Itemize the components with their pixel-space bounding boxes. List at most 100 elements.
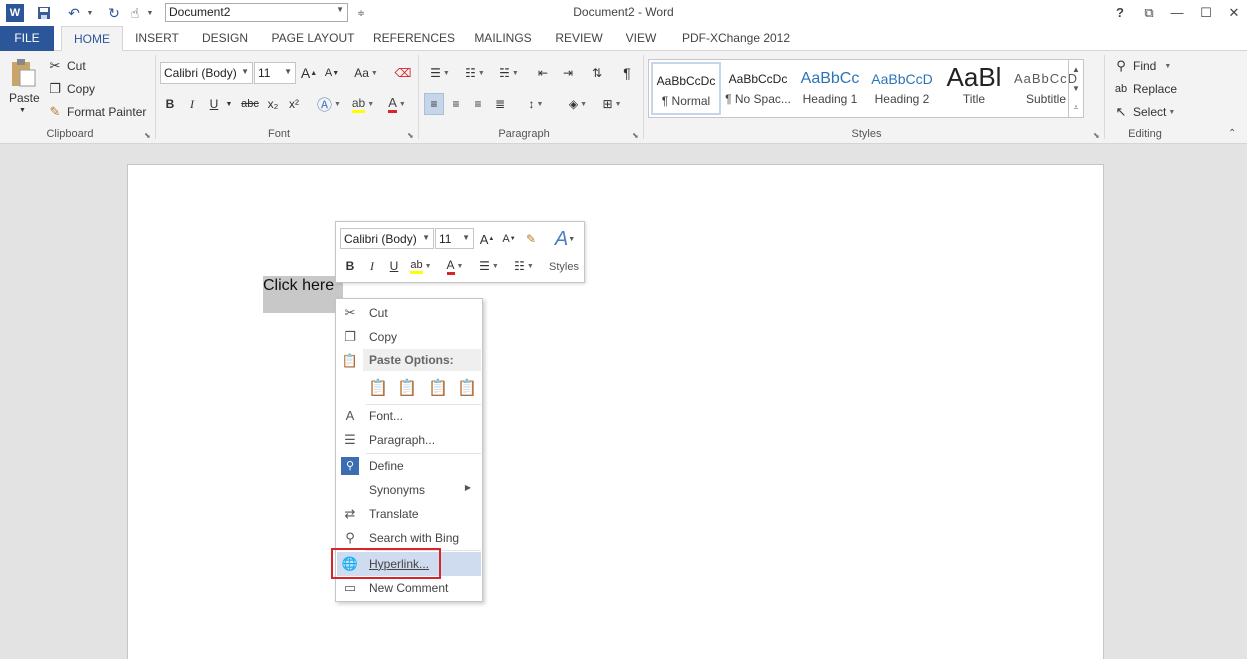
redo-icon[interactable]: ↻ (104, 4, 124, 22)
change-case-button[interactable]: Aa ▼ (350, 62, 382, 84)
multilevel-list-button[interactable]: ☵ ▼ (494, 62, 524, 84)
collapse-ribbon-icon[interactable]: ⌃ (1228, 128, 1236, 139)
undo-icon[interactable]: ↶ (64, 4, 84, 22)
font-size-combo[interactable]: 11 ▼ (254, 62, 296, 84)
mini-font-size-combo[interactable]: 11 ▼ (435, 228, 474, 249)
tab-references[interactable]: REFERENCES (371, 26, 457, 51)
ribbon-display-options-button[interactable]: ⧉ (1136, 3, 1162, 23)
paste-dropdown-icon[interactable]: ▼ (19, 107, 26, 114)
font-color-button[interactable]: A ▼ (382, 93, 412, 115)
justify-button[interactable]: ≣ (490, 93, 510, 115)
tab-home[interactable]: HOME (61, 26, 123, 51)
sort-button[interactable]: ⇅ (587, 62, 607, 84)
menu-item-cut[interactable]: ✂ Cut (337, 301, 481, 325)
mini-highlight-icon[interactable]: ab ▼ (406, 257, 436, 275)
minimize-button[interactable]: — (1164, 3, 1190, 23)
align-right-button[interactable]: ≡ (468, 93, 488, 115)
tab-insert[interactable]: INSERT (129, 26, 185, 51)
mini-underline-icon[interactable]: U (386, 257, 402, 275)
replace-button[interactable]: ab Replace (1112, 80, 1177, 98)
borders-button[interactable]: ⊞ ▼ (597, 93, 627, 115)
style-normal[interactable]: AaBbCcDc ¶ Normal (651, 62, 721, 115)
mini-italic-icon[interactable]: I (364, 257, 380, 275)
decrease-indent-button[interactable]: ⇤ (533, 62, 553, 84)
increase-indent-button[interactable]: ⇥ (558, 62, 578, 84)
tab-mailings[interactable]: MAILINGS (467, 26, 539, 51)
help-button[interactable]: ? (1107, 3, 1133, 23)
shrink-font-button[interactable]: A ▼ (323, 62, 341, 84)
gallery-scroll-down-icon[interactable]: ▼ (1068, 79, 1083, 98)
menu-item-synonyms[interactable]: Synonyms ▶ (337, 478, 481, 502)
undo-dropdown-icon[interactable]: ▼ (84, 4, 96, 22)
menu-item-paragraph[interactable]: ☰ Paragraph... (337, 428, 481, 452)
font-family-combo[interactable]: Calibri (Body) ▼ (160, 62, 253, 84)
mini-shrink-font-icon[interactable]: A ▼ (500, 230, 518, 248)
styles-launcher-icon[interactable]: ⬊ (1093, 131, 1100, 140)
find-button[interactable]: ⚲ Find ▼ (1112, 57, 1171, 75)
tab-file[interactable]: FILE (0, 26, 54, 51)
touch-mode-icon[interactable]: ☝ (126, 4, 144, 22)
mini-grow-font-icon[interactable]: A ▲ (478, 230, 496, 248)
superscript-button[interactable]: x² (285, 93, 303, 115)
format-painter-button[interactable]: ✎ Format Painter (46, 103, 147, 121)
keep-source-formatting-icon[interactable]: 📋 (365, 376, 391, 402)
paste-icon[interactable] (8, 57, 38, 89)
selected-text[interactable]: Click here (263, 276, 343, 313)
tab-pdf-xchange[interactable]: PDF-XChange 2012 (674, 26, 798, 51)
menu-item-copy[interactable]: ❐ Copy (337, 325, 481, 349)
style-title[interactable]: AaBl Title (939, 62, 1009, 115)
menu-item-font[interactable]: A Font... (337, 404, 481, 428)
cut-button[interactable]: ✂ Cut (46, 57, 86, 75)
font-launcher-icon[interactable]: ⬊ (407, 131, 414, 140)
shading-button[interactable]: ◈ ▼ (563, 93, 593, 115)
bullets-button[interactable]: ☰ ▼ (425, 62, 455, 84)
mini-numbering-icon[interactable]: ☷ ▼ (508, 257, 540, 275)
numbering-button[interactable]: ☷ ▼ (460, 62, 490, 84)
menu-item-search-bing[interactable]: ⚲ Search with Bing (337, 526, 481, 550)
align-center-button[interactable]: ≡ (446, 93, 466, 115)
strikethrough-button[interactable]: abc (239, 93, 261, 115)
bold-button[interactable]: B (162, 93, 178, 115)
show-formatting-button[interactable]: ¶ (617, 62, 637, 84)
paragraph-launcher-icon[interactable]: ⬊ (632, 131, 639, 140)
maximize-button[interactable]: ☐ (1193, 3, 1219, 23)
subscript-button[interactable]: x₂ (264, 93, 282, 115)
menu-item-define[interactable]: ⚲ Define (337, 454, 481, 478)
mini-bullets-icon[interactable]: ☰ ▼ (474, 257, 504, 275)
mini-styles-icon[interactable]: A ▼ (550, 226, 580, 252)
line-spacing-button[interactable]: ↕ ▼ (521, 93, 551, 115)
style-heading-2[interactable]: AaBbCcD Heading 2 (867, 62, 937, 115)
mini-bold-icon[interactable]: B (342, 257, 358, 275)
tab-view[interactable]: VIEW (619, 26, 663, 51)
mini-font-color-icon[interactable]: A ▼ (440, 257, 470, 275)
paste-button[interactable]: Paste (9, 91, 40, 105)
underline-button[interactable]: U (206, 93, 222, 115)
keep-text-only-icon[interactable]: 📋 (454, 376, 480, 402)
tab-page-layout[interactable]: PAGE LAYOUT (265, 26, 361, 51)
gallery-scroll-up-icon[interactable]: ▲ (1068, 60, 1083, 79)
touch-dropdown-icon[interactable]: ▼ (144, 4, 156, 22)
copy-button[interactable]: ❐ Copy (46, 80, 95, 98)
select-button[interactable]: ↖ Select ▼ (1112, 103, 1176, 121)
paste-as-picture-icon[interactable]: 📋 (425, 376, 451, 402)
save-icon[interactable] (34, 4, 54, 22)
italic-button[interactable]: I (184, 93, 200, 115)
word-app-icon[interactable]: W (6, 4, 24, 22)
clear-formatting-button[interactable]: ⌫ (392, 62, 414, 84)
tab-design[interactable]: DESIGN (196, 26, 254, 51)
style-no-spacing[interactable]: AaBbCcDc ¶ No Spac... (723, 62, 793, 115)
menu-item-translate[interactable]: ⇄ Translate (337, 502, 481, 526)
close-button[interactable]: ✕ (1221, 3, 1247, 23)
menu-item-new-comment[interactable]: ▭ New Comment (337, 576, 481, 600)
document-combo[interactable]: Document2 ▼ (165, 3, 348, 22)
document-page[interactable] (127, 164, 1104, 659)
text-effects-button[interactable]: Ⓐ ▼ (314, 93, 344, 115)
underline-dropdown-icon[interactable]: ▼ (223, 93, 235, 115)
highlight-color-button[interactable]: ab ▼ (347, 93, 379, 115)
merge-formatting-icon[interactable]: 📋 (394, 376, 420, 402)
tab-review[interactable]: REVIEW (550, 26, 608, 51)
customize-toolbar-icon[interactable]: ≑ (354, 4, 368, 22)
clipboard-launcher-icon[interactable]: ⬊ (144, 131, 151, 140)
mini-format-painter-icon[interactable]: ✎ (522, 230, 540, 248)
style-heading-1[interactable]: AaBbCc Heading 1 (795, 62, 865, 115)
